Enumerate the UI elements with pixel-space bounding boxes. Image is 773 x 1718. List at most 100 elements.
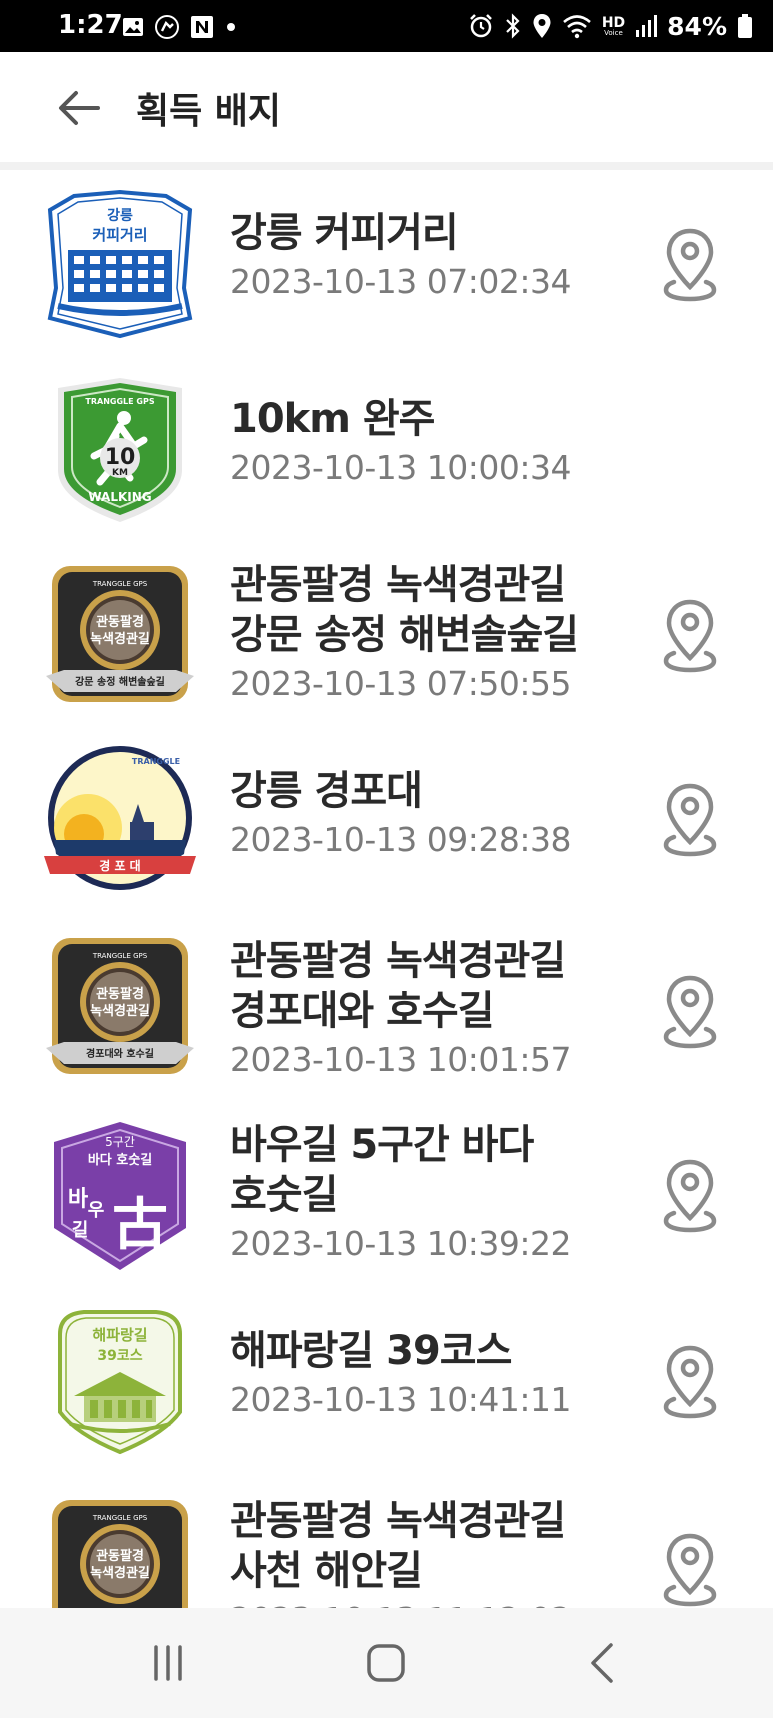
- badge-image: TRANGGLE GPS 관동팔경 녹색경관길: [44, 1494, 196, 1608]
- location-pin-icon: [663, 783, 717, 857]
- gwandong-scenic-badge-icon: TRANGGLE GPS 관동팔경 녹색경관길: [52, 1500, 188, 1608]
- hd-voice-icon: HD Voice: [602, 16, 625, 37]
- header-divider: [0, 162, 773, 170]
- back-button[interactable]: [50, 80, 106, 136]
- recent-apps-button[interactable]: [138, 1638, 198, 1688]
- badge-image: 5구간 바다 호숫길 바 우 길 古: [44, 1120, 196, 1272]
- badge-title: 강문 송정 해변솔숲길: [230, 612, 579, 658]
- badge-label: 바: [68, 1186, 89, 1212]
- badge-label: TRANGGLE GPS: [92, 1514, 148, 1522]
- badge-title: 10km 완주: [230, 396, 435, 442]
- badge-image: 강릉 커피거리: [44, 188, 196, 340]
- back-icon: [591, 1643, 613, 1683]
- status-time: 1:27: [58, 10, 123, 40]
- badge-image: TRANGGLE GPS 관동팔경 녹색경관길 경포대와 호수길: [44, 932, 196, 1084]
- badge-label: 우: [88, 1200, 105, 1221]
- location-button[interactable]: [660, 782, 720, 858]
- alarm-icon: [469, 14, 492, 38]
- badge-title: 해파랑길 39코스: [230, 1328, 512, 1374]
- signal-icon: [636, 15, 658, 37]
- badge-info: 관동팔경 녹색경관길 사천 해안길 2023-10-13 11:12:02: [230, 1496, 610, 1608]
- arrow-left-icon: [59, 91, 100, 125]
- badge-label: 강릉: [107, 207, 133, 224]
- badge-date: 2023-10-13 10:01:57: [230, 1040, 571, 1079]
- badge-info: 10km 완주 2023-10-13 10:00:34: [230, 394, 610, 490]
- badge-info: 강릉 커피거리 2023-10-13 07:02:34: [230, 208, 610, 304]
- badge-info: 관동팔경 녹색경관길 강문 송정 해변솔숲길 2023-10-13 07:50:…: [230, 560, 610, 706]
- badge-label: 녹색경관길: [90, 1565, 150, 1581]
- badge-label: 5구간: [105, 1135, 135, 1149]
- badge-date: 2023-10-13 11:12:02: [230, 1598, 610, 1608]
- badge-title: 호숫길: [230, 1172, 338, 1218]
- voice-label: Voice: [604, 28, 623, 37]
- badge-list: 강릉 커피거리 강릉 커피거리 2023-10-13 07:02:34 TRAN…: [0, 170, 773, 1608]
- location-button[interactable]: [660, 598, 720, 674]
- badge-label: 길: [72, 1219, 89, 1241]
- badge-label: 10: [105, 445, 136, 470]
- badge-label: 강문 송정 해변솔숲길: [75, 675, 165, 688]
- badge-label: 경포대와 호수길: [86, 1047, 154, 1060]
- badge-row[interactable]: TRANGGLE GPS 관동팔경 녹색경관길 강문 송정 해변솔숲길 관동팔경…: [0, 542, 773, 732]
- badge-title: 관동팔경 녹색경관길: [230, 562, 566, 608]
- gwandong-scenic-badge-icon: TRANGGLE GPS 관동팔경 녹색경관길 경포대와 호수길: [46, 938, 194, 1074]
- n-app-icon: [191, 16, 213, 38]
- home-icon: [367, 1644, 405, 1682]
- badge-label: 경 포 대: [99, 859, 140, 873]
- badge-date: 2023-10-13 10:00:34: [230, 448, 571, 487]
- badge-image: TRANGGLE GPS 10 KM WALKING: [44, 374, 196, 526]
- badge-title: 관동팔경 녹색경관길: [230, 938, 566, 984]
- page-title: 획득 배지: [136, 91, 282, 132]
- badge-label: 바다 호숫길: [88, 1152, 152, 1168]
- location-pin-icon: [663, 975, 717, 1049]
- home-button[interactable]: [356, 1638, 416, 1688]
- bluetooth-icon: [506, 13, 520, 39]
- gallery-icon: [123, 18, 143, 36]
- badge-row[interactable]: TRANGGLE GPS 10 KM WALKING 10km 완주 2023-…: [0, 356, 773, 542]
- badge-label: KM: [112, 468, 128, 478]
- nav-back-button[interactable]: [572, 1638, 632, 1688]
- bau-trail-badge-icon: 5구간 바다 호숫길 바 우 길 古: [54, 1122, 186, 1270]
- location-button[interactable]: [660, 974, 720, 1050]
- badge-label: 녹색경관길: [90, 1003, 150, 1019]
- badge-label: 39코스: [97, 1348, 142, 1364]
- 10km-walking-badge-icon: TRANGGLE GPS 10 KM WALKING: [58, 378, 182, 522]
- badge-row[interactable]: TRANGGLE 경 포 대 강릉 경포대 2023-10-13 09:28:3…: [0, 732, 773, 912]
- badge-title: 경포대와 호수길: [230, 988, 495, 1034]
- location-button[interactable]: [660, 1532, 720, 1608]
- badge-date: 2023-10-13 10:39:22: [230, 1224, 571, 1263]
- location-button[interactable]: [660, 227, 720, 303]
- gyeongpodae-badge-icon: TRANGGLE 경 포 대: [44, 746, 196, 890]
- status-bar: 1:27 HD Voice 84%: [0, 0, 773, 52]
- badge-row[interactable]: TRANGGLE GPS 관동팔경 녹색경관길 경포대와 호수길 관동팔경 녹색…: [0, 912, 773, 1102]
- badge-label: TRANGGLE GPS: [85, 397, 154, 406]
- location-button[interactable]: [660, 1344, 720, 1420]
- badge-row[interactable]: 강릉 커피거리 강릉 커피거리 2023-10-13 07:02:34: [0, 170, 773, 356]
- badge-title: 사천 해안길: [230, 1548, 423, 1594]
- badge-row[interactable]: 5구간 바다 호숫길 바 우 길 古 바우길 5구간 바다 호숫길 2023-1…: [0, 1102, 773, 1288]
- badge-info: 관동팔경 녹색경관길 경포대와 호수길 2023-10-13 10:01:57: [230, 936, 610, 1082]
- location-button[interactable]: [660, 1158, 720, 1234]
- badge-label: 古: [112, 1192, 168, 1258]
- battery-percent: 84%: [667, 11, 727, 41]
- location-pin-icon: [663, 1345, 717, 1419]
- badge-date: 2023-10-13 07:50:55: [230, 664, 571, 703]
- badge-info: 바우길 5구간 바다 호숫길 2023-10-13 10:39:22: [230, 1120, 610, 1266]
- hd-label: HD: [601, 14, 626, 31]
- badge-date: 2023-10-13 07:02:34: [230, 262, 571, 301]
- badge-label: TRANGGLE GPS: [92, 952, 148, 960]
- system-nav-bar: [0, 1608, 773, 1718]
- badge-title: 강릉 경포대: [230, 768, 423, 814]
- app-bar: 획득 배지: [0, 52, 773, 162]
- badge-label: TRANGGLE GPS: [92, 580, 148, 588]
- location-icon: [533, 14, 551, 38]
- badge-row[interactable]: TRANGGLE GPS 관동팔경 녹색경관길 관동팔경 녹색경관길 사천 해안…: [0, 1474, 773, 1608]
- badge-label: 커피거리: [92, 226, 147, 244]
- badge-label: WALKING: [88, 490, 151, 504]
- badge-label: 관동팔경: [96, 1548, 144, 1564]
- badge-row[interactable]: 해파랑길 39코스 해파랑길 39코스 2023-10-13 10:41:11: [0, 1288, 773, 1474]
- badge-info: 해파랑길 39코스 2023-10-13 10:41:11: [230, 1326, 610, 1422]
- location-pin-icon: [663, 599, 717, 673]
- running-app-icon: [155, 15, 179, 39]
- recent-apps-icon: [154, 1645, 182, 1681]
- badge-date: 2023-10-13 09:28:38: [230, 820, 571, 859]
